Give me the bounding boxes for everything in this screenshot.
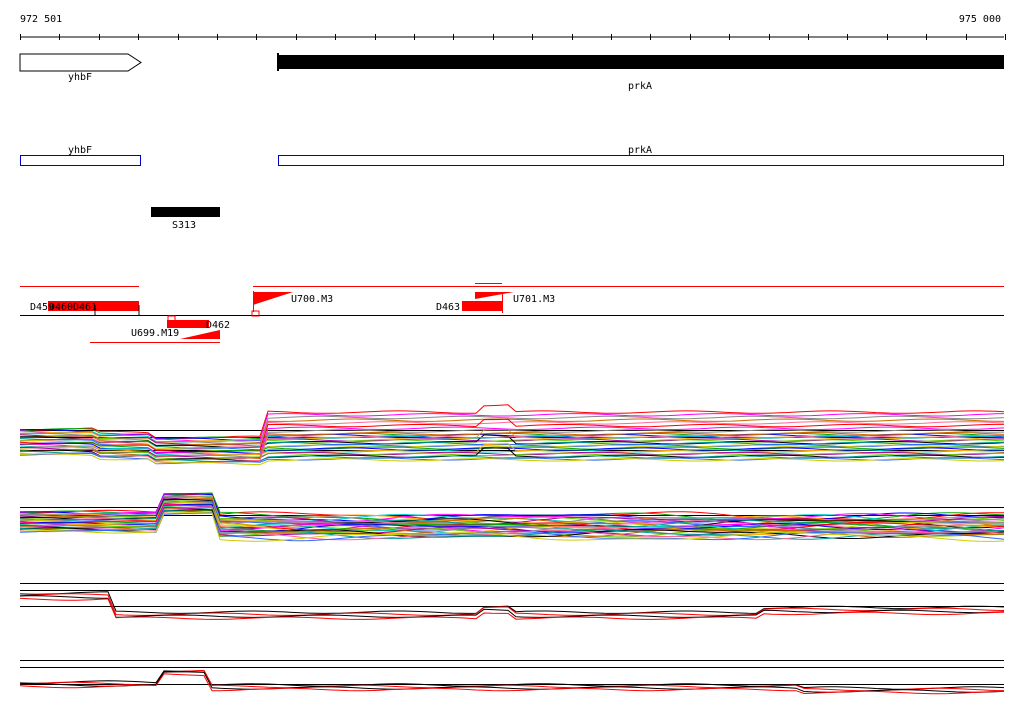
feature-label-U700-M3: U700.M3 bbox=[291, 294, 333, 305]
feature-label-D460: D460 bbox=[49, 302, 73, 313]
genome-browser-view: 972 501 975 000 yhbF prkA yhbF prkA S313… bbox=[19, 14, 1006, 695]
ruler-start-label: 972 501 bbox=[20, 14, 62, 25]
feature-wedge-U700-M3[interactable] bbox=[253, 292, 293, 305]
expression-panel-1 bbox=[19, 404, 1005, 466]
feature-wedge-U701-M3[interactable] bbox=[475, 292, 514, 299]
gene-label-prkA: prkA bbox=[628, 81, 652, 92]
feature-label-D462: D462 bbox=[206, 320, 230, 331]
annotation-label-yhbF: yhbF bbox=[68, 145, 92, 156]
expression-profile-line bbox=[19, 670, 1005, 690]
expression-panel-3 bbox=[19, 583, 1005, 620]
segment-bar-S313[interactable] bbox=[151, 207, 220, 217]
feature-label-D461: D461 bbox=[73, 302, 97, 313]
expression-profile-line bbox=[19, 671, 1005, 693]
gene-arrow-yhbF[interactable] bbox=[19, 53, 142, 72]
feature-block-D463[interactable] bbox=[462, 301, 502, 311]
gene-label-yhbF: yhbF bbox=[68, 72, 92, 83]
expression-panel-4 bbox=[19, 660, 1005, 695]
gene-bar-prkA[interactable] bbox=[278, 55, 1004, 69]
feature-track: D459 D460 D461 D462 U699.M19 U700.M3 D46… bbox=[20, 283, 1004, 343]
feature-label-U701-M3: U701.M3 bbox=[513, 294, 555, 305]
expression-panel-2 bbox=[19, 492, 1005, 542]
ruler-end-label: 975 000 bbox=[959, 14, 1001, 25]
annotation-track: yhbF prkA bbox=[20, 145, 1004, 166]
gene-bar-prkA-start bbox=[277, 53, 279, 71]
feature-label-D463: D463 bbox=[436, 302, 460, 313]
coordinate-ruler: 972 501 975 000 bbox=[20, 14, 1006, 40]
annotation-box-prkA[interactable] bbox=[278, 155, 1004, 166]
feature-label-U699-M19: U699.M19 bbox=[131, 328, 179, 339]
segment-label-S313: S313 bbox=[172, 220, 196, 231]
annotation-label-prkA: prkA bbox=[628, 145, 652, 156]
annotation-box-yhbF[interactable] bbox=[20, 155, 141, 166]
segment-track: S313 bbox=[151, 207, 220, 231]
feature-wedge-U699-M19[interactable] bbox=[180, 330, 220, 339]
gene-track: yhbF prkA bbox=[19, 53, 1004, 92]
